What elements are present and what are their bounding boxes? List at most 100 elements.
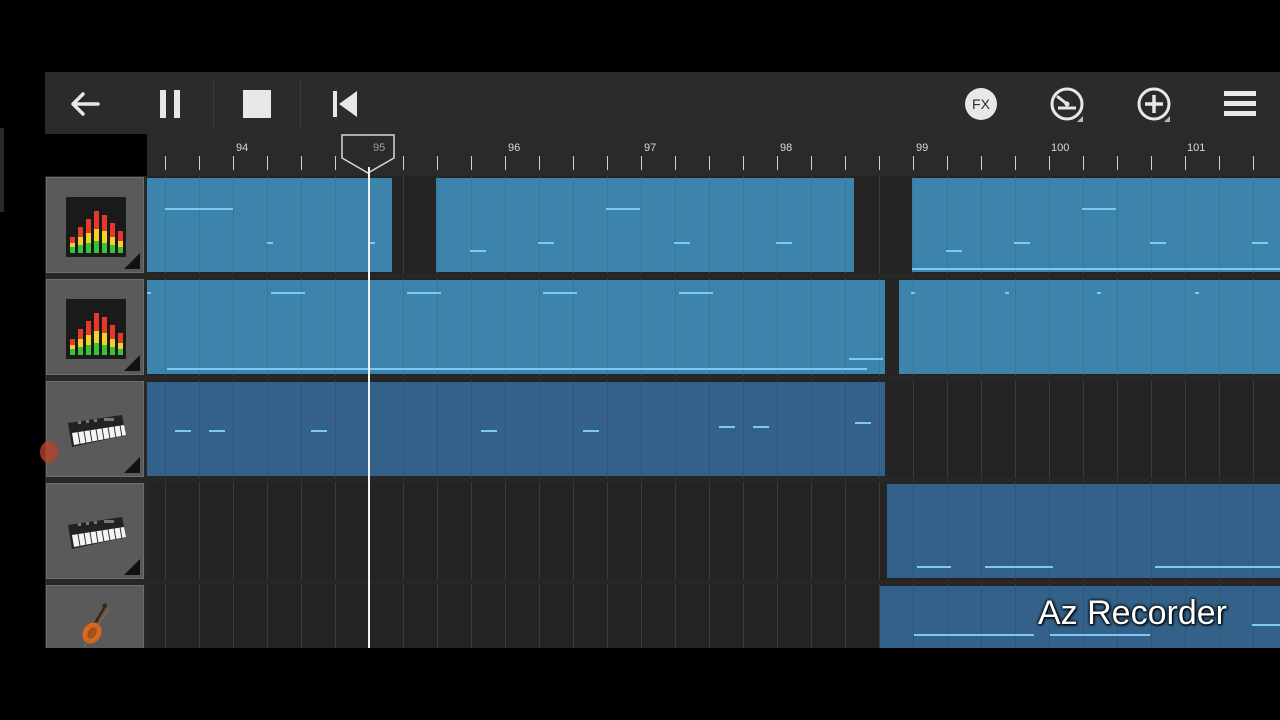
grid-line (471, 584, 472, 648)
rewind-button[interactable] (323, 82, 367, 126)
tempo-button[interactable] (1045, 82, 1089, 126)
clip-grid-line (573, 280, 574, 374)
ruler-label-101: 101 (1187, 142, 1206, 154)
clip-grid-line (301, 382, 302, 476)
ruler-beat-tick (233, 156, 234, 170)
pattern-clip[interactable] (147, 178, 392, 272)
track-list (45, 176, 1280, 648)
note (1155, 566, 1280, 568)
pattern-clip[interactable] (147, 382, 885, 476)
track-instrument-button[interactable] (46, 585, 144, 648)
grid-line (505, 584, 506, 648)
clip-grid-line (199, 280, 200, 374)
stop-button[interactable] (235, 82, 279, 126)
grid-line (981, 380, 982, 478)
add-track-button[interactable] (1132, 82, 1176, 126)
clip-grid-line (1083, 178, 1084, 272)
ruler-beat-tick (675, 156, 676, 170)
menu-button[interactable] (1218, 82, 1262, 126)
clip-grid-line (165, 382, 166, 476)
note (1150, 242, 1166, 244)
pattern-clip[interactable] (147, 280, 885, 374)
timeline-ruler[interactable]: 94 95 96 97 98 99 100 101 (45, 134, 1280, 176)
grid-line (879, 176, 880, 274)
track-instrument-button[interactable] (46, 483, 144, 579)
track-lane[interactable] (147, 278, 1280, 376)
grid-line (301, 482, 302, 580)
grid-line (403, 584, 404, 648)
note (679, 292, 713, 294)
pause-button[interactable] (148, 82, 192, 126)
ruler-beat-tick (471, 156, 472, 170)
clip-grid-line (505, 280, 506, 374)
track-lane[interactable] (147, 176, 1280, 274)
grid-line (947, 380, 948, 478)
clip-grid-line (267, 280, 268, 374)
clip-grid-line (607, 280, 608, 374)
ruler-beat-tick (845, 156, 846, 170)
ruler-beat-tick (1083, 156, 1084, 170)
track-lane[interactable] (147, 380, 1280, 478)
pattern-clip[interactable] (436, 178, 854, 272)
note (209, 430, 225, 432)
add-track-icon (1137, 87, 1171, 122)
grid-line (267, 482, 268, 580)
grid-line (335, 584, 336, 648)
clip-grid-line (913, 280, 914, 374)
track-instrument-button[interactable] (46, 381, 144, 477)
grid-line (1185, 380, 1186, 478)
pause-icon (160, 90, 180, 118)
playhead-line (368, 167, 370, 648)
clip-grid-line (1015, 586, 1016, 648)
track-instrument-button[interactable] (46, 177, 144, 273)
track-instrument-button[interactable] (46, 279, 144, 375)
grid-line (1015, 380, 1016, 478)
grid-line (1049, 380, 1050, 478)
clip-grid-line (981, 280, 982, 374)
clip-grid-line (1117, 178, 1118, 272)
clip-grid-line (1083, 280, 1084, 374)
clip-grid-line (845, 382, 846, 476)
pattern-clip[interactable] (912, 178, 1280, 272)
clip-grid-line (845, 178, 846, 272)
grid-line (743, 482, 744, 580)
note (271, 292, 305, 294)
clip-grid-line (1253, 586, 1254, 648)
ruler-label-96: 96 (508, 142, 521, 154)
note (1005, 292, 1009, 294)
grid-line (539, 482, 540, 580)
clip-grid-line (165, 280, 166, 374)
ruler-beat-tick (607, 156, 608, 170)
ruler-beat-tick (1219, 156, 1220, 170)
clip-grid-line (947, 586, 948, 648)
grid-line (573, 584, 574, 648)
clip-grid-line (1185, 178, 1186, 272)
clip-grid-line (981, 586, 982, 648)
clip-grid-line (233, 280, 234, 374)
ruler-beat-tick (811, 156, 812, 170)
clip-grid-line (879, 382, 880, 476)
note (165, 208, 233, 210)
pattern-clip[interactable] (899, 280, 1280, 374)
clip-grid-line (913, 586, 914, 648)
clip-grid-line (403, 280, 404, 374)
grid-line (709, 482, 710, 580)
track-lane[interactable] (147, 482, 1280, 580)
clip-grid-line (505, 178, 506, 272)
note (1252, 624, 1280, 626)
ruler-beat-tick (879, 156, 880, 170)
grid-line (233, 482, 234, 580)
clip-grid-line (301, 280, 302, 374)
grid-line (607, 482, 608, 580)
grid-line (573, 482, 574, 580)
note (1195, 292, 1199, 294)
back-button[interactable] (63, 82, 107, 126)
pattern-clip[interactable] (887, 484, 1280, 578)
fx-button[interactable]: FX (959, 82, 1003, 126)
clip-grid-line (437, 382, 438, 476)
clip-grid-line (947, 280, 948, 374)
clip-grid-line (709, 178, 710, 272)
clip-grid-line (811, 280, 812, 374)
clip-grid-line (1185, 280, 1186, 374)
skip-to-start-icon (333, 91, 357, 117)
